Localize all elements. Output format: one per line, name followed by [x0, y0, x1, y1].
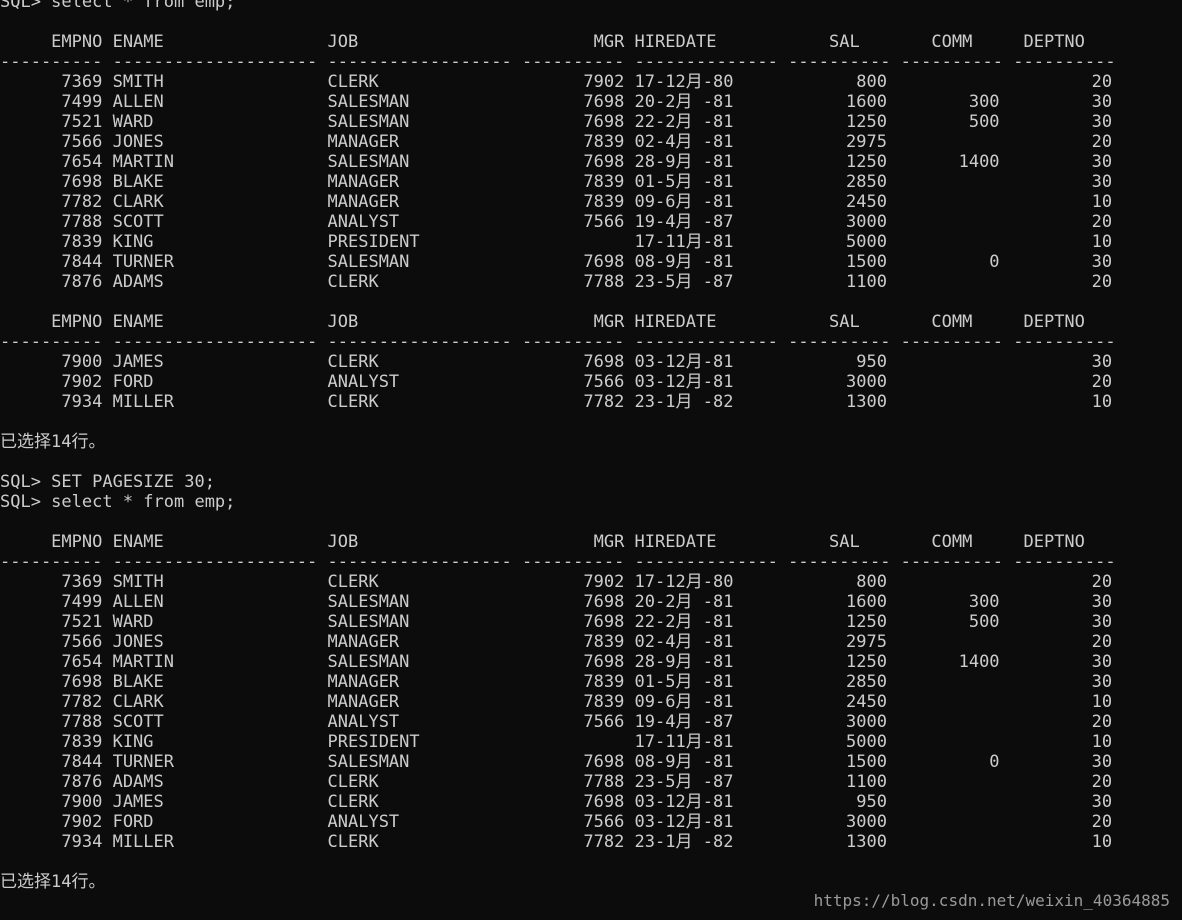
output-line: 7902 FORD ANALYST 7566 03-12月-81 3000 20 — [0, 372, 1113, 392]
separator-line: ---------- -------------------- --------… — [0, 332, 1116, 352]
output-line: 7934 MILLER CLERK 7782 23-1月 -82 1300 10 — [0, 832, 1113, 852]
output-line: 7566 JONES MANAGER 7839 02-4月 -81 2975 2… — [0, 132, 1113, 152]
column-header-line: EMPNO ENAME JOB MGR HIREDATE SAL COMM DE… — [0, 312, 1085, 332]
output-line: 7788 SCOTT ANALYST 7566 19-4月 -87 3000 2… — [0, 212, 1113, 232]
sql-command-line: SQL> SET PAGESIZE 30; — [0, 472, 215, 492]
column-header-line: EMPNO ENAME JOB MGR HIREDATE SAL COMM DE… — [0, 532, 1085, 552]
output-line: 7499 ALLEN SALESMAN 7698 20-2月 -81 1600 … — [0, 592, 1113, 612]
output-line: 7788 SCOTT ANALYST 7566 19-4月 -87 3000 2… — [0, 712, 1113, 732]
output-line: 7876 ADAMS CLERK 7788 23-5月 -87 1100 20 — [0, 272, 1113, 292]
output-line: 7654 MARTIN SALESMAN 7698 28-9月 -81 1250… — [0, 152, 1113, 172]
output-line: 7934 MILLER CLERK 7782 23-1月 -82 1300 10 — [0, 392, 1113, 412]
output-line: 7782 CLARK MANAGER 7839 09-6月 -81 2450 1… — [0, 692, 1113, 712]
output-line: 7900 JAMES CLERK 7698 03-12月-81 950 30 — [0, 792, 1113, 812]
output-line: 7698 BLAKE MANAGER 7839 01-5月 -81 2850 3… — [0, 672, 1113, 692]
output-line: 7902 FORD ANALYST 7566 03-12月-81 3000 20 — [0, 812, 1113, 832]
separator-line: ---------- -------------------- --------… — [0, 52, 1116, 72]
output-line: 7499 ALLEN SALESMAN 7698 20-2月 -81 1600 … — [0, 92, 1113, 112]
output-line: 7844 TURNER SALESMAN 7698 08-9月 -81 1500… — [0, 252, 1113, 272]
output-line: 7521 WARD SALESMAN 7698 22-2月 -81 1250 5… — [0, 112, 1113, 132]
output-line: 已选择14行。 — [0, 432, 106, 452]
sql-command-line: SQL> select * from emp; — [0, 0, 236, 12]
output-line: 7839 KING PRESIDENT 17-11月-81 5000 10 — [0, 232, 1113, 252]
sql-command-line: SQL> select * from emp; — [0, 492, 236, 512]
watermark-url: https://blog.csdn.net/weixin_40364885 — [813, 891, 1170, 910]
output-line: 7369 SMITH CLERK 7902 17-12月-80 800 20 — [0, 72, 1113, 92]
output-line: 7900 JAMES CLERK 7698 03-12月-81 950 30 — [0, 352, 1113, 372]
separator-line: ---------- -------------------- --------… — [0, 552, 1116, 572]
column-header-line: EMPNO ENAME JOB MGR HIREDATE SAL COMM DE… — [0, 32, 1085, 52]
output-line: 7876 ADAMS CLERK 7788 23-5月 -87 1100 20 — [0, 772, 1113, 792]
output-line: 7698 BLAKE MANAGER 7839 01-5月 -81 2850 3… — [0, 172, 1113, 192]
output-line: 7839 KING PRESIDENT 17-11月-81 5000 10 — [0, 732, 1113, 752]
output-line: 7369 SMITH CLERK 7902 17-12月-80 800 20 — [0, 572, 1113, 592]
output-line: 已选择14行。 — [0, 872, 106, 892]
console-output[interactable]: SQL> select * from emp; EMPNO ENAME JOB … — [0, 0, 1182, 892]
output-line: 7844 TURNER SALESMAN 7698 08-9月 -81 1500… — [0, 752, 1113, 772]
output-line: 7654 MARTIN SALESMAN 7698 28-9月 -81 1250… — [0, 652, 1113, 672]
output-line: 7566 JONES MANAGER 7839 02-4月 -81 2975 2… — [0, 632, 1113, 652]
output-line: 7521 WARD SALESMAN 7698 22-2月 -81 1250 5… — [0, 612, 1113, 632]
output-line: 7782 CLARK MANAGER 7839 09-6月 -81 2450 1… — [0, 192, 1113, 212]
